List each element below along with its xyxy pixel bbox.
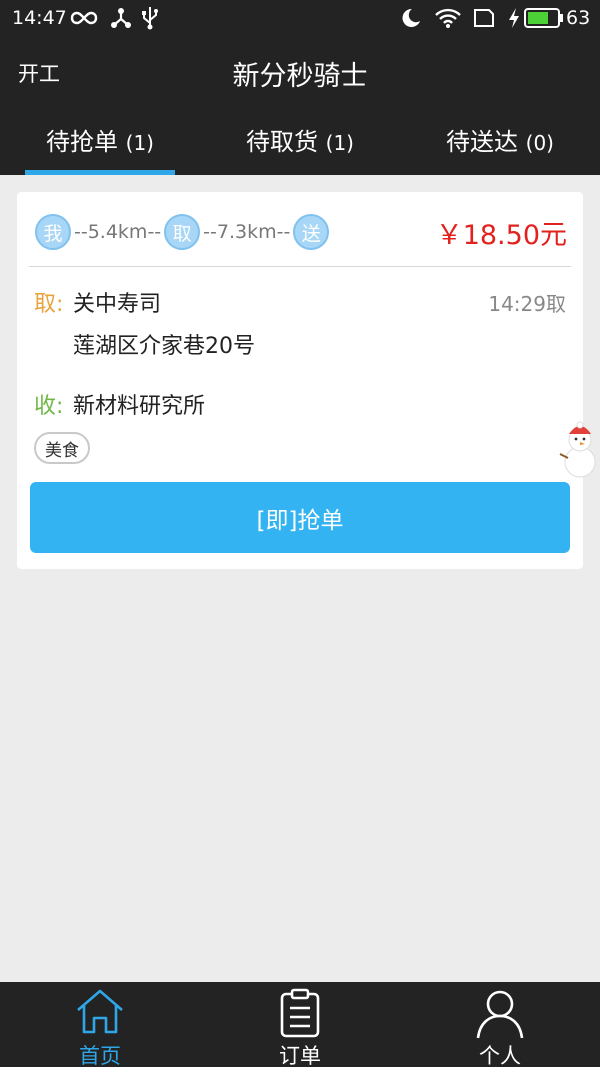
active-tab-indicator — [25, 170, 175, 175]
nav-profile[interactable]: 个人 — [400, 982, 600, 1067]
pickup-badge: 取 — [164, 214, 201, 250]
delivery-badge: 送 — [293, 214, 330, 250]
do-not-disturb-icon — [400, 6, 422, 30]
charging-icon — [507, 6, 521, 30]
person-icon — [476, 990, 524, 1039]
usb-icon — [141, 6, 159, 30]
category-tag: 美食 — [34, 432, 90, 464]
sim-card-icon — [473, 6, 495, 30]
nav-label: 个人 — [479, 1044, 521, 1067]
order-tabs: 待抢单 (1) 待取货 (1) 待送达 (0) — [0, 104, 600, 175]
infinity-icon — [70, 6, 98, 30]
nav-label: 首页 — [79, 1044, 121, 1067]
nav-home[interactable]: 首页 — [0, 982, 200, 1067]
divider — [29, 266, 571, 267]
status-bar: 14:47 63 — [0, 0, 600, 38]
tab-pending-delivery[interactable]: 待送达 (0) — [400, 104, 600, 175]
status-time: 14:47 — [12, 7, 67, 29]
bottom-nav: 首页 订单 个人 — [0, 982, 600, 1067]
receive-name: 新材料研究所 — [73, 394, 206, 419]
tab-count: (0) — [525, 131, 554, 155]
distance-to-delivery: --7.3km-- — [203, 221, 291, 243]
battery-percent: 63 — [566, 7, 591, 29]
order-price: ￥18.50元 — [435, 219, 567, 251]
app-header: 开工 新分秒骑士 待抢单 (1) 待取货 (1) 待送达 (0) — [0, 38, 600, 175]
tab-label: 待取货 — [246, 128, 318, 156]
pickup-label: 取: — [34, 292, 64, 317]
pickup-time: 14:29取 — [488, 292, 566, 316]
pickup-store-name: 关中寿司 — [73, 292, 162, 317]
tab-count: (1) — [125, 131, 154, 155]
wifi-icon — [434, 6, 462, 30]
battery-icon — [524, 6, 564, 30]
nav-label: 订单 — [279, 1044, 321, 1067]
tab-label: 待送达 — [446, 128, 518, 156]
distance-to-pickup: --5.4km-- — [74, 221, 162, 243]
route-row: 我 --5.4km-- 取 --7.3km-- 送 ￥18.50元 — [35, 212, 567, 252]
pickup-address: 莲湖区介家巷20号 — [73, 334, 255, 359]
nav-orders[interactable]: 订单 — [200, 982, 400, 1067]
receive-label: 收: — [34, 394, 64, 419]
floating-snowman-icon[interactable] — [558, 420, 600, 480]
grab-order-button[interactable]: [即]抢单 — [30, 482, 570, 553]
tab-pending-pickup[interactable]: 待取货 (1) — [200, 104, 400, 175]
tab-count: (1) — [325, 131, 354, 155]
share-node-icon — [110, 6, 132, 30]
home-icon — [77, 989, 123, 1034]
tab-pending-grab[interactable]: 待抢单 (1) — [0, 104, 200, 175]
me-badge: 我 — [35, 214, 71, 250]
order-card[interactable]: 我 --5.4km-- 取 --7.3km-- 送 ￥18.50元 取: 关中寿… — [17, 192, 583, 569]
page-title: 新分秒骑士 — [232, 61, 368, 92]
tab-label: 待抢单 — [46, 128, 118, 156]
clipboard-icon — [280, 988, 320, 1038]
